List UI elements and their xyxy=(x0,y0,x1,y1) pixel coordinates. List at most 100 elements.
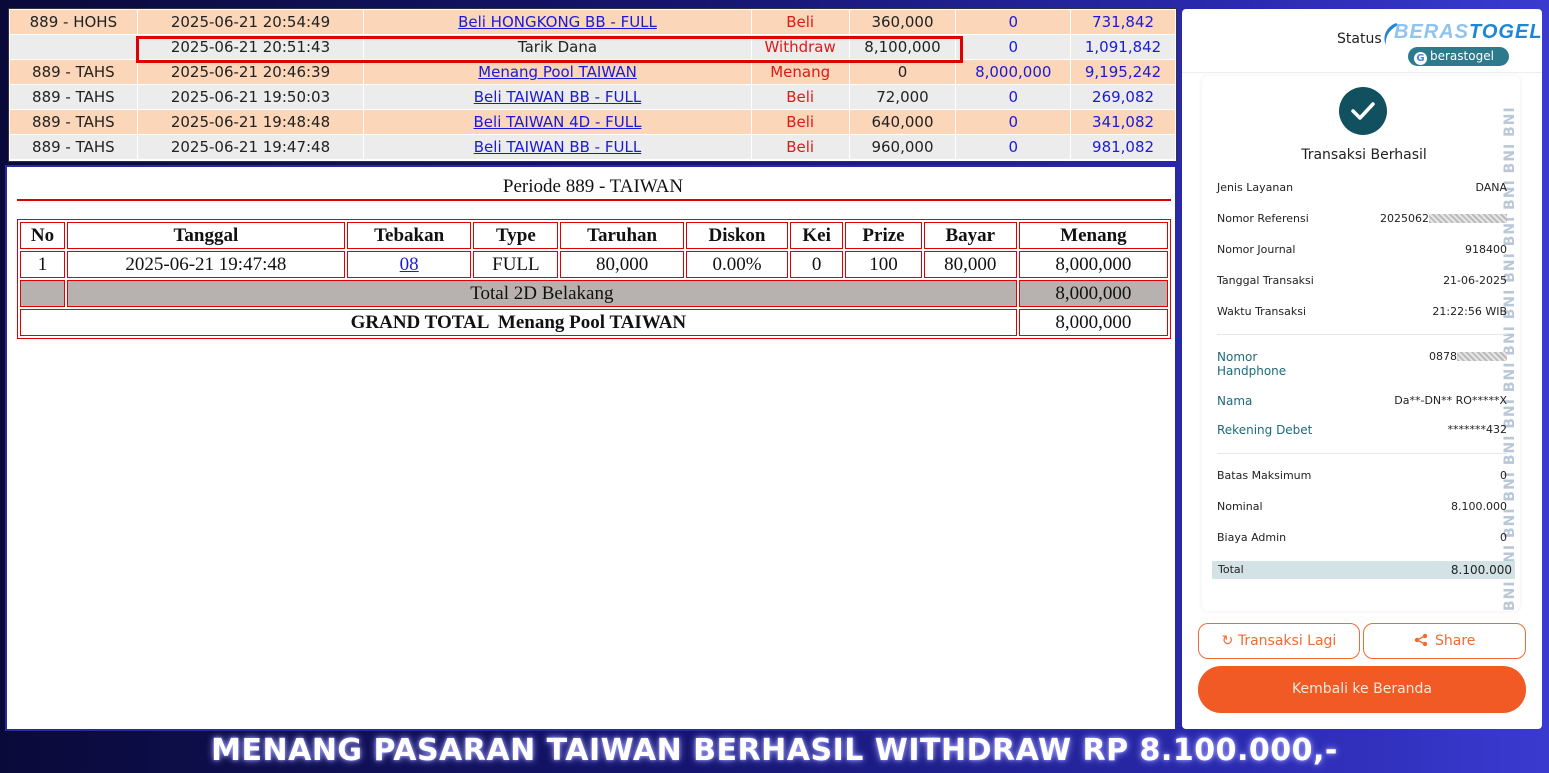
cell-no: 1 xyxy=(20,251,65,278)
tx-code: 889 - HOHS xyxy=(9,9,138,35)
row-value: DANA xyxy=(1475,181,1507,194)
tx-amount: 360,000 xyxy=(848,9,957,35)
col-diskon: Diskon xyxy=(685,222,789,249)
cell-tebakan: 08 xyxy=(346,251,472,278)
table-row: 1 2025-06-21 19:47:48 08 FULL 80,000 0.0… xyxy=(20,251,1168,278)
tx-desc-link[interactable]: Menang Pool TAIWAN xyxy=(478,63,637,81)
total-value: 8.100.000 xyxy=(1450,563,1512,577)
row-label: Batas Maksimum xyxy=(1217,469,1312,482)
success-check-icon xyxy=(1339,87,1387,135)
col-tanggal: Tanggal xyxy=(66,222,345,249)
tx-desc-link[interactable]: Beli TAIWAN BB - FULL xyxy=(474,138,641,156)
row-label: Biaya Admin xyxy=(1217,531,1287,544)
col-prize: Prize xyxy=(845,222,922,249)
subtotal-label: Total 2D Belakang xyxy=(66,280,1017,307)
tx-amount: 8,100,000 xyxy=(848,34,957,60)
row-value: 0878 xyxy=(1429,350,1457,363)
cell-kei: 0 xyxy=(790,251,844,278)
cell-diskon: 0.00% xyxy=(685,251,789,278)
table-row: 889 - TAHS 2025-06-21 19:50:03 Beli TAIW… xyxy=(9,84,1176,110)
row-value: 0 xyxy=(1500,469,1507,482)
cell-bayar: 80,000 xyxy=(923,251,1017,278)
col-menang: Menang xyxy=(1018,222,1168,249)
table-row: 889 - TAHS 2025-06-21 19:48:48 Beli TAIW… xyxy=(9,109,1176,135)
row-label: Nominal xyxy=(1217,500,1263,513)
cell-tanggal: 2025-06-21 19:47:48 xyxy=(66,251,345,278)
col-bayar: Bayar xyxy=(923,222,1017,249)
row-label: Jenis Layanan xyxy=(1217,181,1294,194)
tx-date: 2025-06-21 19:50:03 xyxy=(136,84,365,110)
receipt-header: Status BERASTOGEL Gberastogel xyxy=(1182,9,1542,73)
table-row: 889 - TAHS 2025-06-21 20:46:39 Menang Po… xyxy=(9,59,1176,85)
tx-win: 0 xyxy=(955,109,1072,135)
col-taruhan: Taruhan xyxy=(560,222,684,249)
row-label: Nomor Handphone xyxy=(1217,350,1287,378)
tx-code: 889 - TAHS xyxy=(9,134,138,160)
col-no: No xyxy=(20,222,65,249)
transaksi-lagi-button[interactable]: ↻ Transaksi Lagi xyxy=(1198,623,1360,659)
brand-logo: BERASTOGEL xyxy=(1394,21,1542,44)
tx-type: Withdraw xyxy=(750,34,850,60)
tx-type: Menang xyxy=(750,59,850,85)
brand-logo-part1: BERAS xyxy=(1394,21,1470,43)
masked-block xyxy=(1457,352,1507,361)
tx-code: 889 - TAHS xyxy=(9,109,138,135)
cell-menang: 8,000,000 xyxy=(1018,251,1168,278)
subtotal-row: Total 2D Belakang 8,000,000 xyxy=(20,280,1168,307)
tx-desc-link[interactable]: Beli TAIWAN 4D - FULL xyxy=(474,113,642,131)
kembali-ke-beranda-button[interactable]: Kembali ke Beranda xyxy=(1198,666,1526,713)
tx-desc: Menang Pool TAIWAN xyxy=(363,59,752,85)
period-detail-panel: Periode 889 - TAIWAN No Tanggal Tebakan … xyxy=(5,165,1177,731)
col-tebakan: Tebakan xyxy=(346,222,472,249)
tx-desc-text: Tarik Dana xyxy=(517,38,598,56)
share-button[interactable]: Share xyxy=(1363,623,1526,659)
table-row: 889 - TAHS 2025-06-21 19:47:48 Beli TAIW… xyxy=(9,134,1176,160)
period-title: Periode 889 - TAIWAN xyxy=(502,176,684,197)
col-type: Type xyxy=(473,222,559,249)
tx-balance: 731,842 xyxy=(1070,9,1176,35)
tx-amount: 640,000 xyxy=(848,109,957,135)
total-label: Total xyxy=(1218,563,1244,576)
headline-banner: MENANG PASARAN TAIWAN BERHASIL WITHDRAW … xyxy=(211,733,1338,768)
tx-balance: 1,091,842 xyxy=(1070,34,1176,60)
tx-win: 0 xyxy=(955,34,1072,60)
tx-amount: 72,000 xyxy=(848,84,957,110)
tx-code: 889 - TAHS xyxy=(9,84,138,110)
refresh-icon: ↻ xyxy=(1221,633,1234,649)
receipt-total-row: Total 8.100.000 xyxy=(1212,561,1515,579)
table-row: 2025-06-21 20:51:43 Tarik Dana Withdraw … xyxy=(9,34,1176,60)
row-value: Da**-DN** RO*****X xyxy=(1394,394,1507,407)
subtotal-blank xyxy=(20,280,65,307)
tx-win: 8,000,000 xyxy=(955,59,1072,85)
tebakan-link[interactable]: 08 xyxy=(400,254,419,275)
bet-detail-table: No Tanggal Tebakan Type Taruhan Diskon K… xyxy=(17,219,1171,339)
row-label: Waktu Transaksi xyxy=(1217,305,1307,318)
receipt-row: Nomor Handphone 0878 xyxy=(1217,350,1507,380)
tx-desc-link[interactable]: Beli TAIWAN BB - FULL xyxy=(474,88,641,106)
tx-desc: Beli TAIWAN 4D - FULL xyxy=(363,109,752,135)
row-value: 918400 xyxy=(1465,243,1507,256)
row-value: 0 xyxy=(1500,531,1507,544)
transaction-table: 889 - HOHS 2025-06-21 20:54:49 Beli HONG… xyxy=(9,9,1176,160)
row-value: 21:22:56 WIB xyxy=(1432,305,1507,318)
grand-total-label: GRAND TOTAL Menang Pool TAIWAN xyxy=(20,309,1017,336)
cell-prize: 100 xyxy=(845,251,922,278)
tx-desc-link[interactable]: Beli HONGKONG BB - FULL xyxy=(458,13,657,31)
receipt-title: Transaksi Berhasil xyxy=(1301,147,1427,163)
tx-balance: 981,082 xyxy=(1070,134,1176,160)
tx-desc: Tarik Dana xyxy=(363,34,752,60)
tx-code xyxy=(9,34,138,60)
masked-block xyxy=(1429,214,1507,223)
brand-pill-text: berastogel xyxy=(1430,49,1494,63)
tx-balance: 269,082 xyxy=(1070,84,1176,110)
receipt-status-label: Status xyxy=(1337,31,1382,47)
tx-desc: Beli TAIWAN BB - FULL xyxy=(363,134,752,160)
tx-win: 0 xyxy=(955,134,1072,160)
row-label: Nama xyxy=(1217,394,1253,408)
row-label: Rekening Debet xyxy=(1217,423,1313,437)
tx-amount: 960,000 xyxy=(848,134,957,160)
transaction-history-panel: 889 - HOHS 2025-06-21 20:54:49 Beli HONG… xyxy=(8,8,1177,162)
period-divider xyxy=(17,199,1171,201)
tx-date: 2025-06-21 20:54:49 xyxy=(136,9,365,35)
col-kei: Kei xyxy=(790,222,844,249)
